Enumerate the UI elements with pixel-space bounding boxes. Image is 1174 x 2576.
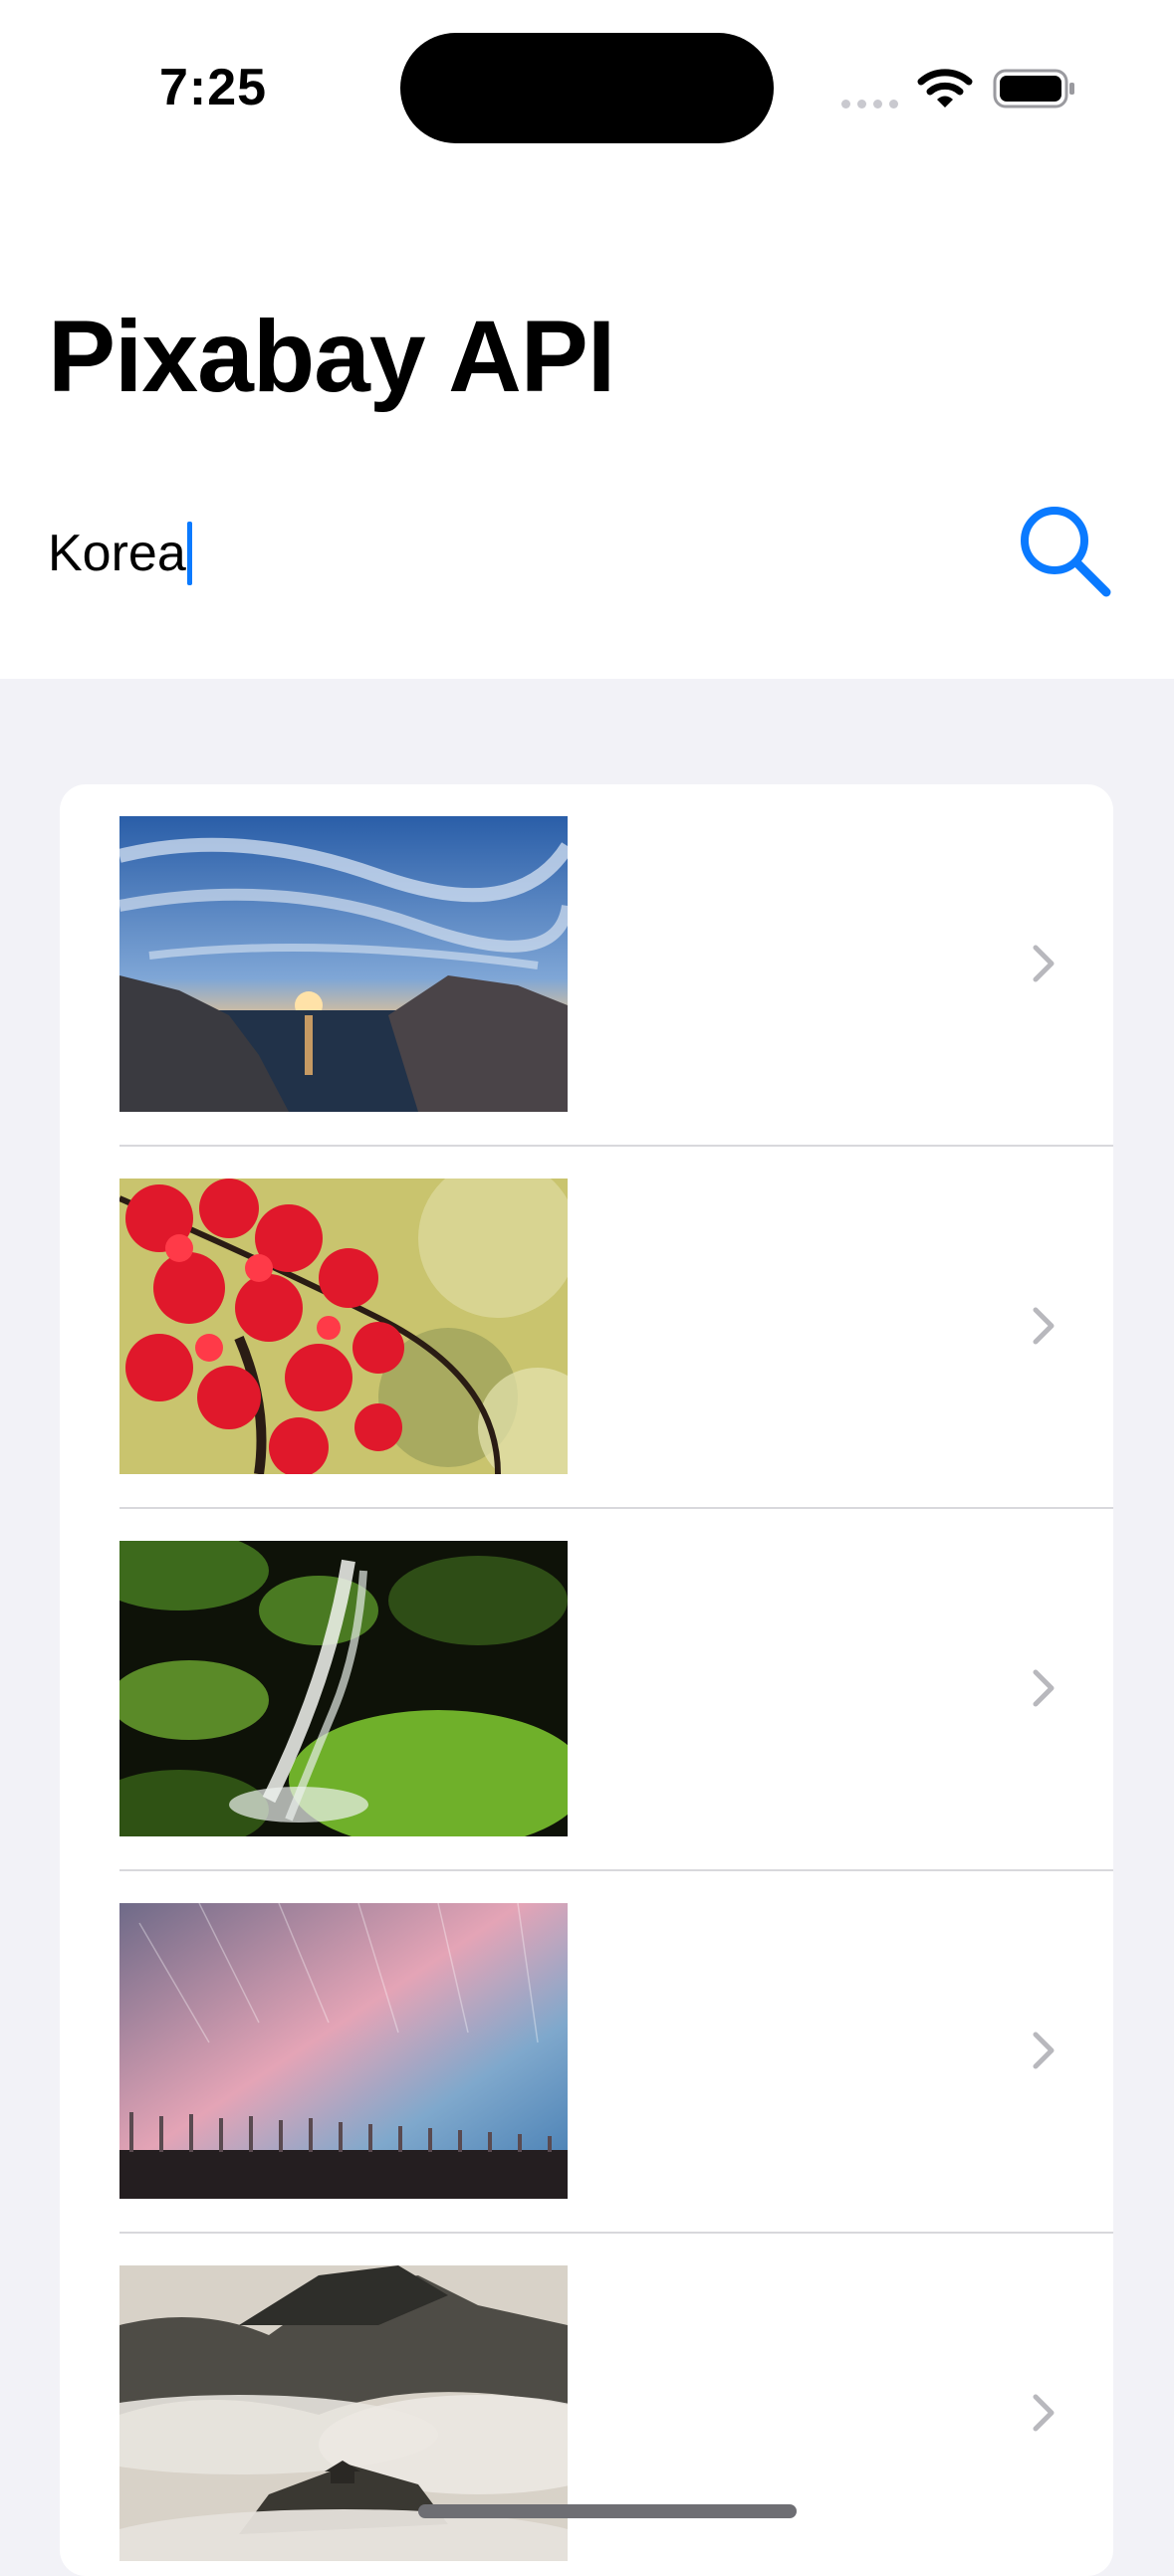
chevron-right-icon [1032, 2031, 1056, 2075]
chevron-right-icon [1032, 2393, 1056, 2438]
header-area: 7:25 Pixabay API Korea [0, 0, 1174, 679]
chevron-right-icon [1032, 1306, 1056, 1351]
search-input[interactable]: Korea [48, 518, 964, 589]
status-time: 7:25 [159, 59, 268, 116]
dynamic-island [400, 33, 774, 143]
result-thumbnail [119, 1541, 568, 1836]
chevron-right-icon [1032, 944, 1056, 988]
battery-icon [993, 68, 1076, 114]
list-item[interactable] [60, 2234, 1113, 2576]
wifi-icon [917, 68, 973, 114]
list-item[interactable] [60, 1509, 1113, 1871]
magnifying-glass-icon [1021, 507, 1111, 597]
home-indicator[interactable] [418, 2504, 797, 2518]
result-thumbnail [119, 1903, 568, 2199]
result-thumbnail [119, 816, 568, 1112]
search-button[interactable] [1012, 498, 1117, 603]
results-list[interactable] [60, 784, 1113, 2576]
text-caret [186, 522, 192, 585]
list-item[interactable] [60, 1147, 1113, 1509]
page-title: Pixabay API [48, 300, 615, 413]
chevron-right-icon [1032, 1668, 1056, 1713]
list-item[interactable] [60, 784, 1113, 1147]
result-thumbnail [119, 1179, 568, 1474]
search-input-value: Korea [48, 525, 186, 582]
list-item[interactable] [60, 1871, 1113, 2234]
cellular-signal-icon [841, 96, 905, 113]
